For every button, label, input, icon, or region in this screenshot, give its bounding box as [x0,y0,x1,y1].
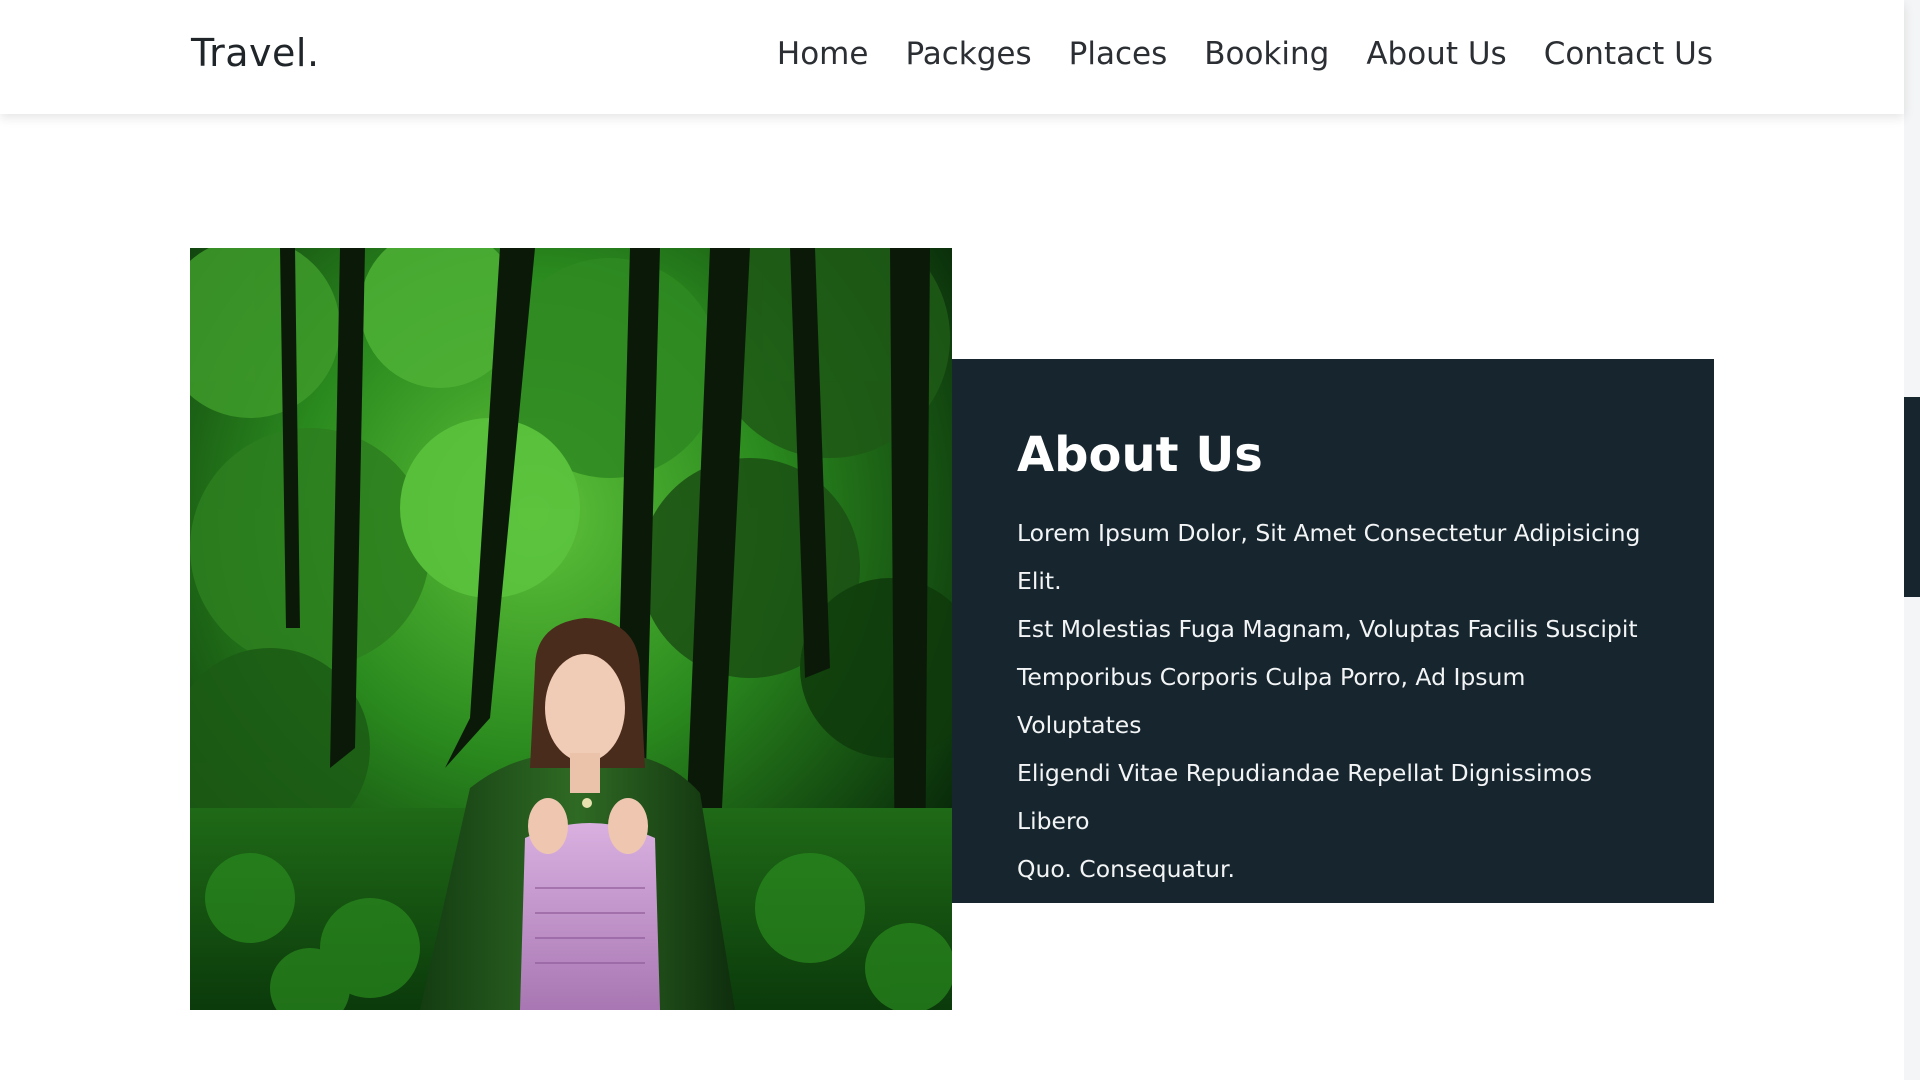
nav-contact-us[interactable]: Contact Us [1544,36,1713,72]
about-photo [190,248,952,1010]
about-card: About Us Lorem Ipsum Dolor, Sit Amet Con… [952,359,1714,964]
about-line: Est Molestias Fuga Magnam, Voluptas Faci… [1017,615,1638,643]
read-more-button[interactable]: Read More [1065,933,1208,964]
about-title: About Us [1017,427,1263,483]
about-line: Lorem Ipsum Dolor, Sit Amet Consectetur … [1017,519,1641,595]
about-line: Quo. Consequatur. [1017,855,1235,883]
about-description: Lorem Ipsum Dolor, Sit Amet Consectetur … [1017,509,1657,893]
site-header: Travel. Home Packges Places Booking Abou… [0,0,1904,114]
about-line: Temporibus Corporis Culpa Porro, Ad Ipsu… [1017,663,1526,739]
nav-booking[interactable]: Booking [1204,36,1329,72]
nav-places[interactable]: Places [1069,36,1168,72]
nav-packages[interactable]: Packges [905,36,1031,72]
site-logo[interactable]: Travel. [191,31,320,75]
forest-woman-image [190,248,952,1010]
scrollbar-thumb[interactable] [1904,397,1920,597]
about-line: Eligendi Vitae Repudiandae Repellat Dign… [1017,759,1592,835]
nav-home[interactable]: Home [777,36,869,72]
nav-about-us[interactable]: About Us [1366,36,1506,72]
main-nav: Home Packges Places Booking About Us Con… [777,36,1713,72]
